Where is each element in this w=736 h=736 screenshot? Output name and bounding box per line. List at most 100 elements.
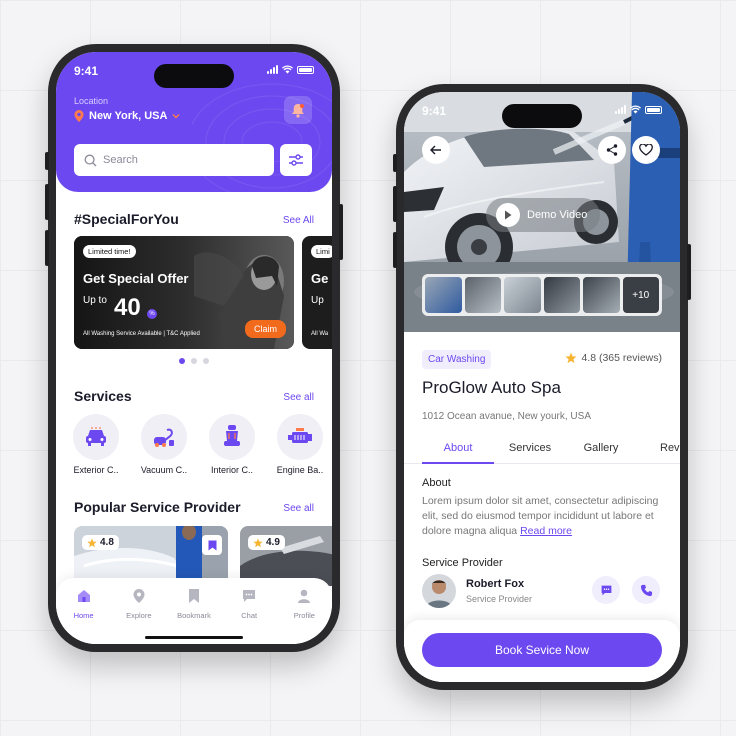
demo-video-label: Demo Video bbox=[527, 209, 588, 221]
rating-badge: 4.9 bbox=[248, 535, 285, 550]
engine-icon bbox=[288, 428, 312, 443]
compass-icon bbox=[133, 589, 145, 603]
gallery-thumbnail[interactable] bbox=[504, 277, 541, 313]
location-label: Location bbox=[74, 96, 109, 106]
pagination-dot-active[interactable] bbox=[179, 358, 185, 364]
signal-icon bbox=[615, 105, 626, 114]
gallery-thumbnail[interactable] bbox=[425, 277, 462, 313]
business-name: ProGlow Auto Spa bbox=[422, 378, 561, 397]
read-more-link[interactable]: Read more bbox=[520, 525, 572, 537]
tab-bar: About Services Gallery Rev bbox=[404, 432, 680, 464]
provider-card[interactable]: 4.9 bbox=[240, 526, 332, 586]
offer-title: Get Special Offer bbox=[83, 271, 189, 286]
gallery-thumbnail[interactable] bbox=[583, 277, 620, 313]
search-icon bbox=[84, 154, 97, 166]
rating-summary: 4.8 (365 reviews) bbox=[565, 352, 662, 364]
wifi-icon bbox=[282, 65, 293, 74]
gallery-strip: +10 bbox=[422, 274, 662, 316]
cta-bar: Book Sevice Now bbox=[404, 620, 680, 682]
offer-note: All Wa bbox=[311, 331, 329, 337]
services-section-title: Services bbox=[74, 388, 132, 404]
chat-icon bbox=[601, 585, 611, 595]
nav-label: Profile bbox=[293, 611, 315, 620]
battery-icon bbox=[297, 65, 314, 74]
pagination-dot[interactable] bbox=[191, 358, 197, 364]
status-time: 9:41 bbox=[74, 64, 99, 78]
battery-icon bbox=[645, 105, 662, 114]
popular-see-all-link[interactable]: See all bbox=[283, 503, 314, 514]
provider-role: Service Provider bbox=[466, 594, 533, 604]
service-item[interactable]: Vacuum C.. bbox=[136, 414, 192, 475]
bell-icon bbox=[292, 103, 304, 118]
service-icon-circle bbox=[73, 414, 119, 460]
share-button[interactable] bbox=[598, 136, 626, 164]
service-item[interactable]: Engine Ba.. bbox=[272, 414, 328, 475]
offer-note: All Washing Service Available | T&C Appl… bbox=[83, 331, 200, 337]
services-see-all-link[interactable]: See all bbox=[283, 392, 314, 403]
service-item[interactable]: Exterior C.. bbox=[68, 414, 124, 475]
location-selector[interactable]: New York, USA bbox=[74, 110, 180, 122]
signal-icon bbox=[267, 65, 278, 74]
bookmark-button[interactable] bbox=[202, 535, 222, 555]
rating-value: 4.9 bbox=[266, 537, 280, 548]
demo-video-button[interactable]: Demo Video bbox=[486, 198, 600, 232]
gallery-thumbnail[interactable] bbox=[464, 277, 501, 313]
search-input[interactable]: Search bbox=[74, 144, 274, 176]
offer-up-to: Up bbox=[311, 295, 324, 306]
provider-card[interactable]: 4.8 bbox=[74, 526, 228, 586]
chat-provider-button[interactable] bbox=[592, 576, 620, 604]
claim-button[interactable]: Claim bbox=[244, 320, 286, 338]
service-icon-circle bbox=[209, 414, 255, 460]
service-label: Exterior C.. bbox=[73, 465, 119, 475]
favorite-button[interactable] bbox=[632, 136, 660, 164]
nav-label: Explore bbox=[126, 611, 152, 620]
pagination-dot[interactable] bbox=[203, 358, 209, 364]
service-label: Engine Ba.. bbox=[276, 465, 324, 475]
home-icon bbox=[77, 590, 90, 602]
nav-label: Chat bbox=[241, 611, 258, 620]
service-item[interactable]: Interior C.. bbox=[204, 414, 260, 475]
popular-section-title: Popular Service Provider bbox=[74, 499, 241, 515]
provider-section-title: Service Provider bbox=[422, 557, 503, 569]
offer-up-to: Up to bbox=[83, 295, 107, 306]
provider-avatar bbox=[422, 574, 456, 608]
special-section-title: #SpecialForYou bbox=[74, 211, 179, 227]
carousel-pagination bbox=[56, 358, 332, 364]
call-provider-button[interactable] bbox=[632, 576, 660, 604]
service-label: Interior C.. bbox=[210, 465, 253, 475]
bookmark-icon bbox=[208, 540, 216, 550]
offer-badge: Limited time! bbox=[83, 245, 136, 258]
tab-about[interactable]: About bbox=[422, 442, 494, 454]
star-icon bbox=[253, 538, 263, 547]
heart-icon bbox=[639, 144, 653, 156]
notification-button[interactable] bbox=[284, 96, 312, 124]
gallery-thumbnail[interactable] bbox=[543, 277, 580, 313]
home-indicator bbox=[145, 636, 243, 639]
bookmark-icon bbox=[188, 589, 199, 603]
nav-item-home[interactable]: Home bbox=[62, 588, 106, 644]
special-offer-card[interactable]: Limited time! Get Special Offer Up to 40… bbox=[74, 236, 294, 349]
provider-name: Robert Fox bbox=[466, 578, 525, 590]
book-service-button[interactable]: Book Sevice Now bbox=[422, 633, 662, 667]
about-title: About bbox=[422, 477, 451, 489]
location-value: New York, USA bbox=[89, 110, 168, 122]
offer-title: Ge bbox=[311, 271, 329, 286]
active-tab-indicator bbox=[422, 462, 494, 464]
back-button[interactable] bbox=[422, 136, 450, 164]
tab-gallery[interactable]: Gallery bbox=[568, 442, 634, 454]
bottom-navigation: Home Explore Bookmark Chat Profile bbox=[56, 578, 332, 644]
side-button bbox=[45, 152, 49, 170]
filter-button[interactable] bbox=[280, 144, 312, 176]
special-see-all-link[interactable]: See All bbox=[283, 215, 314, 226]
about-text: Lorem ipsum dolor sit amet, consectetur … bbox=[422, 494, 666, 539]
car-seat-icon bbox=[224, 425, 240, 446]
tab-reviews[interactable]: Rev bbox=[660, 442, 680, 454]
nav-label: Home bbox=[73, 611, 94, 620]
tab-services[interactable]: Services bbox=[496, 442, 564, 454]
side-button bbox=[45, 184, 49, 220]
chevron-down-icon bbox=[172, 114, 180, 119]
nav-item-profile[interactable]: Profile bbox=[282, 588, 326, 644]
side-button bbox=[393, 232, 397, 268]
special-offer-card-2[interactable]: Limi Ge Up All Wa bbox=[302, 236, 332, 349]
gallery-more-thumbnail[interactable]: +10 bbox=[622, 277, 659, 313]
